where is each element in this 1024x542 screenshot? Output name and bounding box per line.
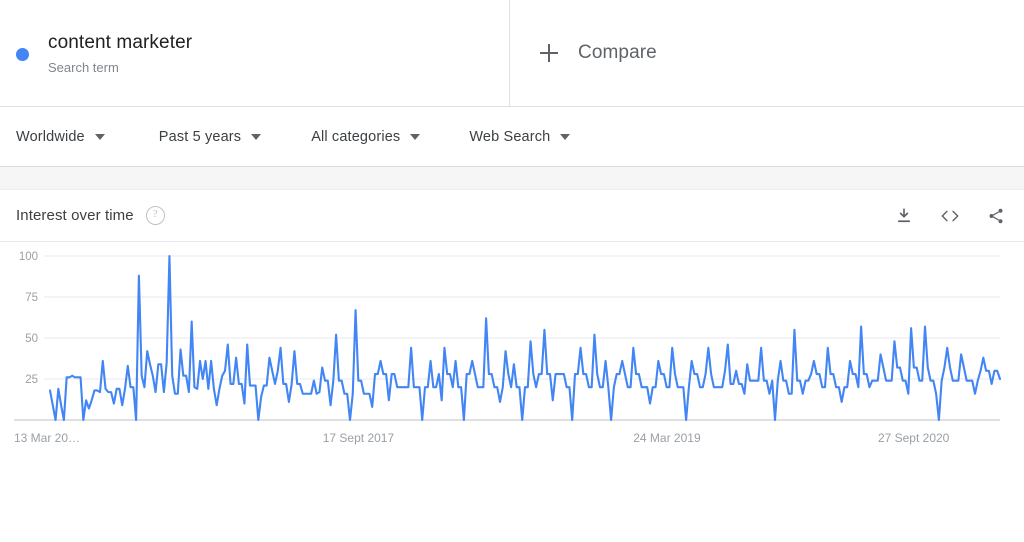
share-icon[interactable] [984,204,1008,228]
filter-bar: Worldwide Past 5 years All categories We… [0,107,1024,167]
chevron-down-icon [251,133,262,140]
y-tick-label: 50 [25,333,38,345]
search-term-texts: content marketer Search term [48,31,192,76]
section-gap [0,167,1024,189]
chevron-down-icon [560,133,571,140]
filter-location[interactable]: Worldwide [16,107,105,166]
help-icon[interactable]: ? [145,206,165,225]
chart-svg: 25 50 75 100 13 Mar 20… 17 Sept 2017 24 Mar 2… [14,251,1002,445]
filter-time-range[interactable]: Past 5 years [158,107,262,166]
search-term-subtitle: Search term [48,59,119,75]
search-term-card[interactable]: content marketer Search term [0,0,510,106]
series-color-dot [16,47,29,61]
add-comparison-button[interactable]: Compare [510,0,1024,106]
filter-location-label: Worldwide [16,128,85,145]
interest-over-time-chart[interactable]: 25 50 75 100 13 Mar 20… 17 Sept 2017 24 Mar 2… [0,242,1024,492]
compare-label: Compare [578,42,657,63]
filter-search-type-label: Web Search [469,128,551,145]
x-tick-label: 13 Mar 20… [14,431,80,445]
search-term-bar: content marketer Search term Compare [0,0,1024,107]
y-tick-label: 25 [25,374,38,386]
search-term-title: content marketer [48,31,193,53]
card-header: Interest over time ? [0,190,1024,242]
interest-over-time-card: Interest over time ? 25 50 75 100 13 Mar… [0,189,1024,492]
embed-icon[interactable] [938,204,962,228]
card-title: Interest over time [16,207,134,224]
x-tick-label: 17 Sept 2017 [323,431,395,445]
chart-x-axis-ticks: 13 Mar 20… 17 Sept 2017 24 Mar 2019 27 Sept… [14,431,950,445]
download-icon[interactable] [892,204,916,228]
filter-time-range-label: Past 5 years [158,128,242,145]
chevron-down-icon [94,133,105,140]
plus-icon [540,44,558,62]
x-tick-label: 24 Mar 2019 [633,431,701,445]
filter-search-type[interactable]: Web Search [469,107,571,166]
chevron-down-icon [410,133,421,140]
y-tick-label: 75 [25,292,38,304]
filter-category-label: All categories [311,128,401,145]
filter-category[interactable]: All categories [311,107,421,166]
chart-gridlines [14,255,1000,421]
x-tick-label: 27 Sept 2020 [878,431,950,445]
y-tick-label: 100 [19,251,38,263]
chart-y-axis-ticks: 25 50 75 100 [19,251,38,386]
